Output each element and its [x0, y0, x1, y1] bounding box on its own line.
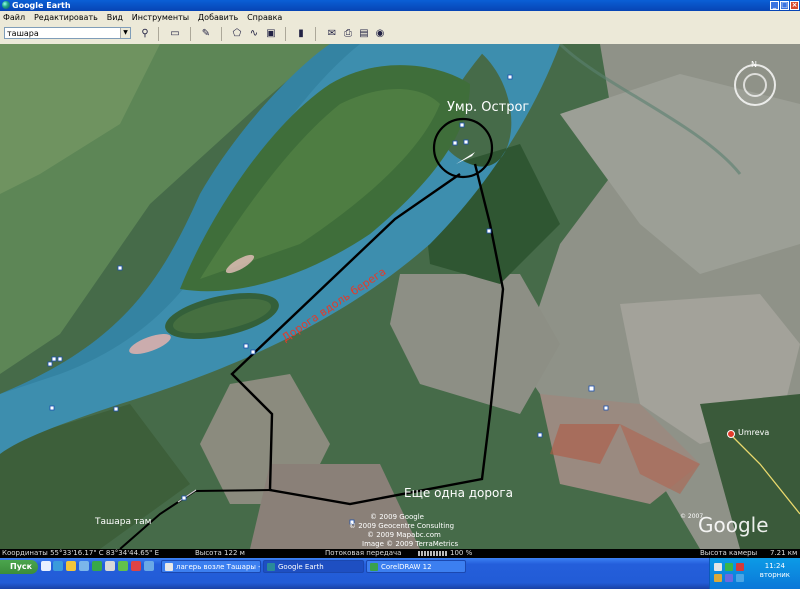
- label-umreva: Umreva: [738, 428, 769, 437]
- title-bar: Google Earth _ □ ×: [0, 0, 800, 11]
- app-icon[interactable]: [118, 561, 128, 571]
- menu-edit[interactable]: Редактировать: [31, 11, 101, 24]
- toolbar-divider: [190, 27, 191, 41]
- menu-add[interactable]: Добавить: [195, 11, 241, 24]
- search-value: ташара: [7, 29, 39, 38]
- tray-icon[interactable]: [736, 574, 744, 582]
- google-earth-icon: [267, 563, 275, 571]
- clock-day: вторник: [759, 571, 790, 579]
- maximize-button[interactable]: □: [780, 1, 789, 10]
- menu-bar: Файл Редактировать Вид Инструменты Добав…: [0, 11, 800, 24]
- browser-icon[interactable]: [53, 561, 63, 571]
- coreldraw-icon: [370, 563, 378, 571]
- status-camera-label: Высота камеры: [700, 549, 758, 557]
- tray-icon[interactable]: [714, 574, 722, 582]
- copyright-line: Image © 2009 TerraMetrics: [362, 540, 458, 548]
- copyright-line: © 2009 Google: [370, 513, 424, 521]
- task-browser-window[interactable]: лагерь возле Ташары - ...: [161, 560, 261, 573]
- label-another-road: Еще одна дорога: [404, 486, 513, 500]
- status-streaming: Потоковая передача: [325, 549, 402, 557]
- google-logo: Google: [698, 513, 769, 537]
- copyright-line: © 2009 Mapabc.com: [367, 531, 441, 539]
- close-button[interactable]: ×: [790, 1, 799, 10]
- status-bar: Координаты 55°33'16.17" С 83°34'44.65" E…: [0, 549, 800, 558]
- browser-icon: [165, 563, 173, 571]
- system-tray: 11:24 вторник: [709, 558, 800, 589]
- toolbar: ташара ▼ ⚲ ▭ ✎ ⬠ ∿ ▣ ▮ ✉ ⎙ ▤ ◉: [0, 24, 800, 45]
- toolbar-divider: [221, 27, 222, 41]
- menu-view[interactable]: Вид: [104, 11, 126, 24]
- toolbar-divider: [315, 27, 316, 41]
- map-view[interactable]: N Умр. Острог Дорога вдоль берега Еще од…: [0, 44, 800, 549]
- clock-time: 11:24: [764, 562, 785, 570]
- status-streaming-pct: 100 %: [450, 549, 473, 557]
- chevron-down-icon[interactable]: ▼: [120, 28, 130, 38]
- window-controls: _ □ ×: [770, 1, 799, 10]
- sky-icon[interactable]: ◉: [373, 27, 387, 40]
- minimize-button[interactable]: _: [770, 1, 779, 10]
- desktop-icon[interactable]: [41, 561, 51, 571]
- task-coreldraw[interactable]: CorelDRAW 12: [366, 560, 466, 573]
- view-in-maps-icon[interactable]: ▤: [357, 27, 371, 40]
- toolbar-divider: [285, 27, 286, 41]
- path-icon[interactable]: ∿: [247, 27, 261, 40]
- tray-icon[interactable]: [736, 563, 744, 571]
- label-tashara: Ташара там: [94, 517, 151, 527]
- folder-icon[interactable]: [66, 561, 76, 571]
- task-google-earth[interactable]: Google Earth: [263, 560, 364, 573]
- google-earth-icon: [2, 1, 10, 9]
- app-icon[interactable]: [144, 561, 154, 571]
- window-title: Google Earth: [12, 1, 71, 10]
- toolbar-divider: [158, 27, 159, 41]
- tray-icon[interactable]: [725, 574, 733, 582]
- satellite-map[interactable]: N Умр. Острог Дорога вдоль берега Еще од…: [0, 44, 800, 549]
- app-icon[interactable]: [79, 561, 89, 571]
- search-input[interactable]: ташара ▼: [4, 27, 131, 39]
- email-icon[interactable]: ✉: [325, 27, 339, 40]
- status-coords: Координаты 55°33'16.17" С 83°34'44.65" E: [2, 549, 160, 557]
- taskbar: Пуск лагерь возле Ташары - ... Google Ea…: [0, 558, 800, 589]
- app-icon[interactable]: [92, 561, 102, 571]
- label-ostrog: Умр. Острог: [447, 100, 529, 115]
- tray-icon[interactable]: [725, 563, 733, 571]
- tray-icon[interactable]: [714, 563, 722, 571]
- app-icon[interactable]: [105, 561, 115, 571]
- clock[interactable]: 11:24 вторник: [760, 562, 790, 580]
- print-icon[interactable]: ⎙: [341, 27, 355, 40]
- status-altitude: Высота 122 м: [195, 549, 245, 557]
- search-icon[interactable]: ⚲: [138, 27, 152, 40]
- menu-help[interactable]: Справка: [244, 11, 285, 24]
- start-label: Пуск: [10, 562, 33, 571]
- start-button[interactable]: Пуск: [0, 560, 38, 574]
- polygon-icon[interactable]: ⬠: [230, 27, 244, 40]
- compass-north-icon: N: [751, 60, 757, 69]
- ruler-icon[interactable]: ▮: [294, 27, 308, 40]
- sidebar-toggle-icon[interactable]: ▭: [168, 27, 182, 40]
- umreva-marker[interactable]: [727, 430, 735, 438]
- menu-file[interactable]: Файл: [0, 11, 28, 24]
- image-overlay-icon[interactable]: ▣: [264, 27, 278, 40]
- copyright-line: © 2009 Geocentre Consulting: [349, 522, 454, 530]
- placemark-icon[interactable]: ✎: [199, 27, 213, 40]
- app-icon[interactable]: [131, 561, 141, 571]
- streaming-progress-bar: [418, 551, 448, 556]
- status-camera-altitude: 7.21 км: [770, 549, 798, 557]
- menu-tools[interactable]: Инструменты: [129, 11, 192, 24]
